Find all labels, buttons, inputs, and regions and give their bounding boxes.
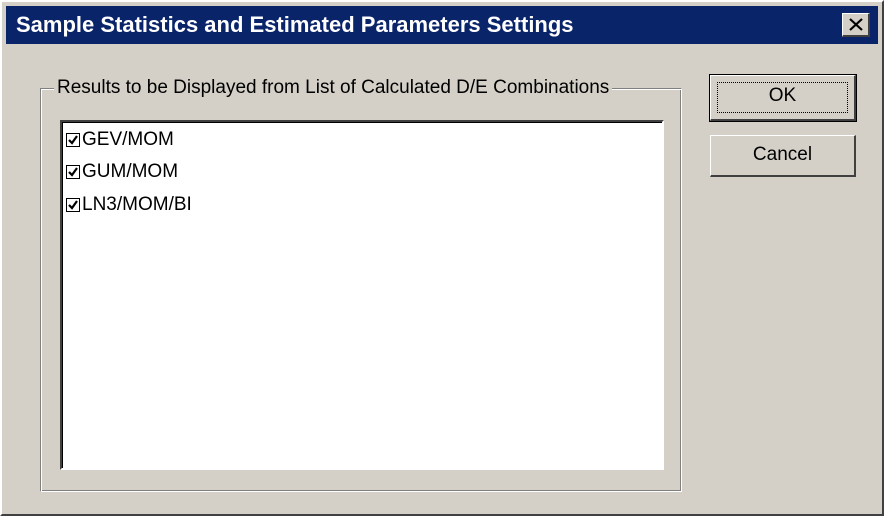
- list-item[interactable]: GEV/MOM: [66, 128, 174, 152]
- list-item-label: GUM/MOM: [82, 161, 179, 182]
- list-item[interactable]: GUM/MOM: [66, 160, 178, 184]
- checkmark-icon: [68, 167, 78, 177]
- list-item-label: GEV/MOM: [82, 129, 174, 150]
- cancel-label: Cancel: [752, 144, 813, 165]
- settings-dialog: Sample Statistics and Estimated Paramete…: [0, 0, 884, 516]
- checkbox[interactable]: [66, 133, 80, 147]
- title-bar[interactable]: Sample Statistics and Estimated Paramete…: [6, 6, 878, 44]
- checkmark-icon: [68, 135, 78, 145]
- close-icon: [849, 18, 863, 31]
- cancel-button[interactable]: Cancel: [710, 135, 856, 177]
- checkbox[interactable]: [66, 198, 80, 212]
- window-title: Sample Statistics and Estimated Paramete…: [16, 12, 574, 37]
- list-item[interactable]: LN3/MOM/BI: [66, 193, 192, 217]
- focus-rect: [717, 82, 848, 113]
- list-item-label: LN3/MOM/BI: [82, 194, 192, 215]
- close-button[interactable]: [842, 13, 870, 37]
- checkbox[interactable]: [66, 165, 80, 179]
- checkmark-icon: [68, 200, 78, 210]
- combinations-listbox[interactable]: GEV/MOM GUM/MOM LN3/MOM/BI: [60, 120, 664, 470]
- group-label: Results to be Displayed from List of Cal…: [54, 77, 613, 99]
- ok-button[interactable]: OK: [709, 74, 857, 122]
